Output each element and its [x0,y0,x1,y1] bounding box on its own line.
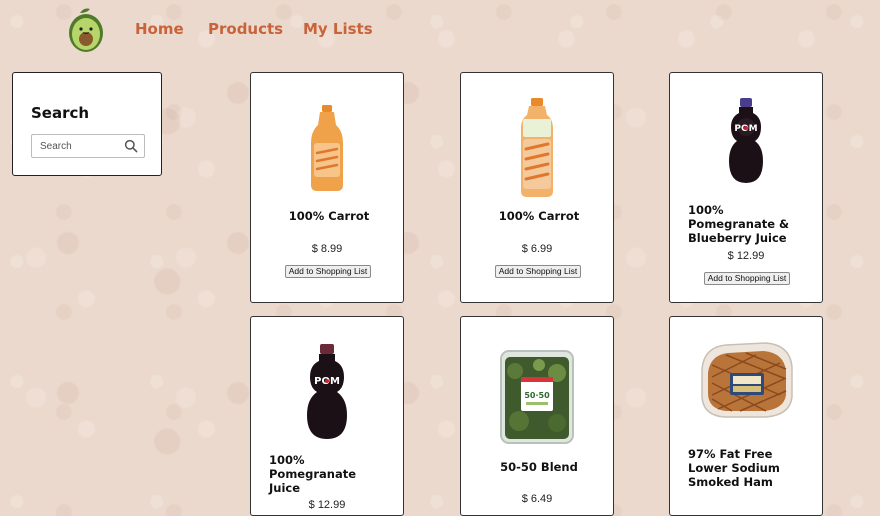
add-to-shopping-list-button[interactable]: Add to Shopping List [704,272,790,285]
nav-my-lists-link[interactable]: My Lists [303,20,373,38]
pom-bottle-icon: POM [729,98,763,183]
product-price: $ 12.99 [727,250,765,262]
product-card: POM 100% Pomegranate & Blueberry Juice $… [669,72,823,303]
product-name: 100% Carrot [498,209,580,223]
product-name: 97% Fat Free Lower Sodium Smoked Ham [688,447,780,489]
product-image: POM [251,343,403,441]
carrot-juice-bottle-tall-icon [521,98,553,197]
product-price: $ 8.99 [311,243,343,255]
product-name: 50-50 Blend [500,460,578,474]
nav-home-link[interactable]: Home [135,20,184,38]
search-icon[interactable] [124,139,138,153]
product-price: $ 12.99 [308,499,346,511]
product-card: 100% Carrot $ 8.99 Add to Shopping List [250,72,404,303]
product-card: 100% Carrot $ 6.99 Add to Shopping List [460,72,614,303]
product-image [251,103,403,193]
carrot-juice-bottle-icon [311,105,343,191]
product-image: 50·50 [461,349,613,445]
product-card: 97% Fat Free Lower Sodium Smoked Ham [669,316,823,516]
search-panel: Search [12,72,162,176]
header: Home Products My Lists [0,0,880,60]
product-price: $ 6.49 [521,493,553,505]
product-image [670,339,822,419]
svg-text:50·50: 50·50 [524,391,550,400]
avocado-logo-icon[interactable] [66,5,106,53]
salad-greens-container-icon: 50·50 [500,350,574,444]
nav-products-link[interactable]: Products [208,20,283,38]
search-box [31,134,145,158]
product-card: POM 100% Pomegranate Juice $ 12.99 [250,316,404,516]
product-name: 100% Pomegranate & Blueberry Juice [688,203,790,245]
pom-bottle-icon: POM [307,344,347,439]
add-to-shopping-list-button[interactable]: Add to Shopping List [285,265,371,278]
product-name: 100% Carrot [288,209,370,223]
product-price: $ 6.99 [521,243,553,255]
product-image: POM [670,97,822,187]
smoked-ham-icon [701,342,793,418]
product-name: 100% Pomegranate Juice [269,453,357,495]
product-image [461,97,613,199]
search-title: Search [31,104,90,122]
product-card: 50·50 50-50 Blend $ 6.49 [460,316,614,516]
add-to-shopping-list-button[interactable]: Add to Shopping List [495,265,581,278]
search-input[interactable] [32,135,128,157]
